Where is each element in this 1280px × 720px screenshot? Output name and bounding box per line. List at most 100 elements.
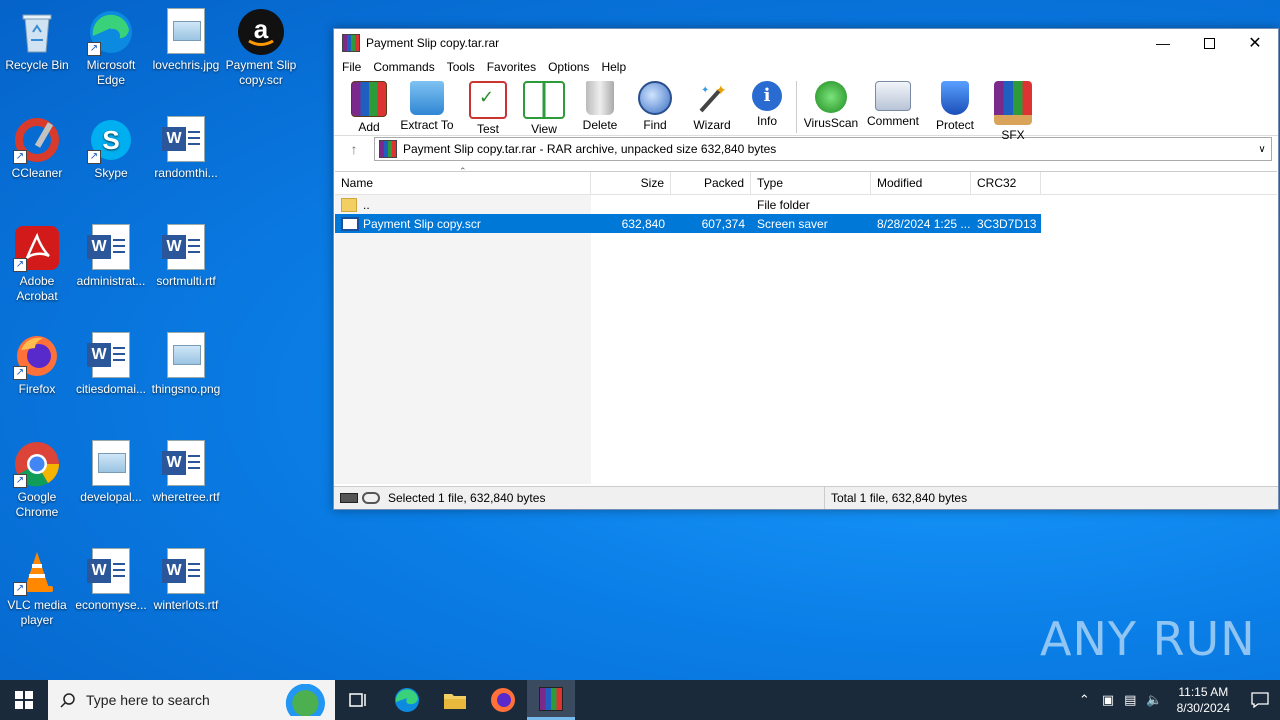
table-row-selected-file[interactable]: Payment Slip copy.scr 632,840 607,374 Sc… (335, 214, 1041, 233)
task-view-button[interactable] (335, 680, 383, 720)
info-icon: i (752, 81, 782, 111)
start-button[interactable] (0, 680, 48, 720)
sfx-box-icon (994, 81, 1032, 125)
shortcut-arrow-icon: ↗ (87, 150, 101, 164)
toolbar-wizard-button[interactable]: ✦ ✦ Wizard (684, 77, 740, 132)
svg-text:✦: ✦ (701, 85, 709, 96)
toolbar-protect-button[interactable]: Protect (927, 77, 983, 132)
column-header-type[interactable]: Type (751, 172, 871, 194)
trash-icon (586, 81, 614, 115)
desktop-icon-image-file[interactable]: developal... (75, 440, 147, 505)
anyrun-watermark: ANY RUN (1040, 612, 1256, 666)
toolbar-label: Wizard (693, 118, 731, 132)
taskbar-firefox-button[interactable] (479, 680, 527, 720)
toolbar-extract-button[interactable]: Extract To (396, 77, 458, 132)
menu-tools[interactable]: Tools (441, 60, 481, 74)
chevron-down-icon[interactable]: ∨ (1253, 144, 1271, 155)
sort-ascending-icon: ⌃ (459, 166, 467, 176)
toolbar-virusscan-button[interactable]: VirusScan (803, 77, 859, 130)
desktop-icon-label: Microsoft Edge (86, 58, 136, 87)
desktop-icon-word-doc[interactable]: W economyse... (75, 548, 147, 613)
chevron-up-icon[interactable]: ⌃ (1079, 692, 1090, 708)
toolbar-comment-button[interactable]: Comment (863, 77, 923, 128)
toolbar-test-button[interactable]: ✓ Test (462, 77, 514, 136)
desktop-icon-image-file[interactable]: thingsno.png (150, 332, 222, 397)
clock[interactable]: 11:15 AM 8/30/2024 (1177, 684, 1230, 716)
meet-now-icon[interactable]: ▣ (1102, 692, 1114, 708)
edge-icon (395, 688, 419, 712)
desktop-icon-word-doc[interactable]: W sortmulti.rtf (150, 224, 222, 289)
word-document-icon: W (162, 224, 205, 270)
volume-icon[interactable]: 🔈 (1146, 692, 1162, 708)
toolbar-label: Add (358, 120, 380, 134)
title-bar[interactable]: Payment Slip copy.tar.rar — ✕ (334, 29, 1278, 57)
desktop-icon-microsoft-edge[interactable]: ↗ Microsoft Edge (75, 8, 147, 88)
status-left-text: Selected 1 file, 632,840 bytes (388, 491, 546, 505)
column-header-packed[interactable]: Packed (671, 172, 751, 194)
menu-help[interactable]: Help (595, 60, 632, 74)
maximize-button[interactable] (1186, 29, 1232, 57)
row-packed: 607,374 (701, 216, 745, 231)
table-row-parent-folder[interactable]: .. File folder (335, 195, 1277, 214)
desktop-icon-label: Skype (94, 166, 128, 180)
desktop-icon-word-doc[interactable]: W wheretree.rtf (150, 440, 222, 505)
menu-options[interactable]: Options (542, 60, 595, 74)
column-header-size[interactable]: Size (591, 172, 671, 194)
desktop-icon-firefox[interactable]: ↗ Firefox (1, 332, 73, 397)
desktop-icon-image-file[interactable]: lovechris.jpg (150, 8, 222, 73)
close-button[interactable]: ✕ (1232, 29, 1278, 57)
desktop-icon-vlc[interactable]: ↗ VLC media player (1, 548, 73, 628)
toolbar-view-button[interactable]: View (518, 77, 570, 136)
desktop-icon-skype[interactable]: S ↗ Skype (75, 116, 147, 181)
up-folder-button[interactable]: ↑ (334, 141, 374, 157)
menu-commands[interactable]: Commands (367, 60, 440, 74)
winrar-window[interactable]: Payment Slip copy.tar.rar — ✕ File Comma… (333, 28, 1279, 510)
key-icon (362, 492, 380, 504)
taskbar-file-explorer-button[interactable] (431, 680, 479, 720)
toolbar-label: View (531, 122, 557, 136)
network-icon[interactable]: ▤ (1124, 692, 1136, 708)
desktop-icon-label: citiesdomai... (75, 382, 147, 396)
desktop-icon-adobe-acrobat[interactable]: ↗ Adobe Acrobat (1, 224, 73, 304)
extract-folder-icon (410, 81, 444, 115)
word-document-icon: W (162, 440, 205, 486)
chrome-icon: ↗ (13, 440, 61, 488)
toolbar-find-button[interactable]: Find (630, 77, 680, 132)
taskbar-search-box[interactable]: Type here to search (48, 680, 335, 720)
desktop-icon-recycle-bin[interactable]: Recycle Bin (1, 8, 73, 73)
word-document-icon: W (162, 116, 205, 162)
menu-file[interactable]: File (336, 60, 367, 74)
toolbar-info-button[interactable]: i Info (744, 77, 790, 128)
desktop-icon-payment-slip[interactable]: a Payment Slip copy.scr (225, 8, 297, 88)
row-name-text: Payment Slip copy.scr (363, 216, 481, 231)
notification-center-button[interactable] (1240, 680, 1280, 720)
address-bar: ↑ Payment Slip copy.tar.rar - RAR archiv… (334, 135, 1278, 162)
toolbar-delete-button[interactable]: Delete (574, 77, 626, 132)
column-header-modified[interactable]: Modified (871, 172, 971, 194)
taskbar-edge-button[interactable] (383, 680, 431, 720)
desktop-icon-word-doc[interactable]: W randomthi... (150, 116, 222, 181)
row-name: .. (335, 197, 591, 212)
taskbar: Type here to search ⌃ ▣ ▤ 🔈 11:15 AM 8/3… (0, 680, 1280, 720)
desktop-icon-word-doc[interactable]: W winterlots.rtf (150, 548, 222, 613)
desktop-icon-google-chrome[interactable]: ↗ Google Chrome (1, 440, 73, 520)
toolbar-add-button[interactable]: Add (346, 77, 392, 134)
clock-time: 11:15 AM (1178, 685, 1229, 699)
winrar-icon (539, 686, 563, 711)
file-list[interactable]: Name Size Packed Type Modified CRC32 ⌃ .… (335, 166, 1277, 484)
desktop-icon-word-doc[interactable]: W citiesdomai... (75, 332, 147, 397)
minimize-button[interactable]: — (1140, 29, 1186, 57)
comment-icon (875, 81, 911, 111)
column-header-crc32[interactable]: CRC32 (971, 172, 1041, 194)
search-highlight-icon (267, 684, 331, 716)
toolbar-sfx-button[interactable]: SFX (987, 77, 1039, 142)
desktop-icon-word-doc[interactable]: W administrat... (75, 224, 147, 289)
address-combobox[interactable]: Payment Slip copy.tar.rar - RAR archive,… (374, 137, 1272, 161)
add-archive-icon (351, 81, 387, 117)
word-document-icon: W (87, 332, 130, 378)
search-placeholder: Type here to search (86, 692, 210, 708)
menu-favorites[interactable]: Favorites (481, 60, 542, 74)
taskbar-winrar-button[interactable] (527, 680, 575, 720)
desktop-icon-ccleaner[interactable]: ↗ CCleaner (1, 116, 73, 181)
desktop-icon-label: sortmulti.rtf (156, 274, 216, 288)
